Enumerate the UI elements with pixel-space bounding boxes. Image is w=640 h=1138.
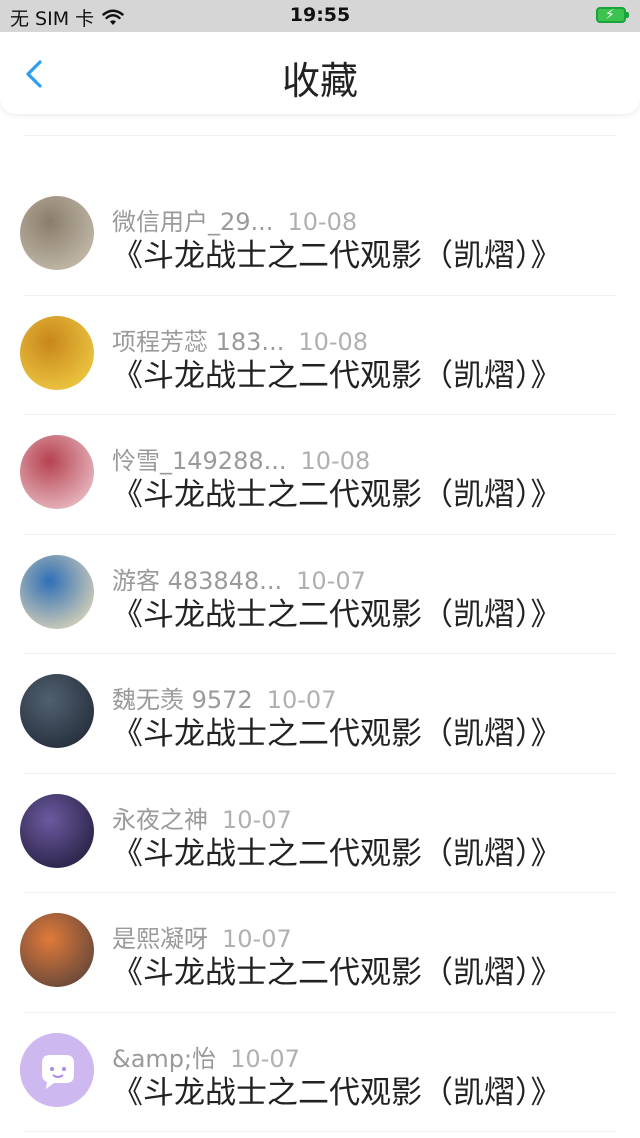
user-avatar[interactable] bbox=[20, 793, 94, 868]
list-item[interactable]: 项程芳蕊 183... 10-08 《斗龙战士之二代观影（凯熠）》 bbox=[0, 296, 640, 416]
item-title[interactable]: 《斗龙战士之二代观影（凯熠）》 bbox=[112, 947, 562, 992]
item-title[interactable]: 《斗龙战士之二代观影（凯熠）》 bbox=[112, 469, 562, 514]
list-item[interactable]: 魏无羡 9572 10-07 《斗龙战士之二代观影（凯熠）》 bbox=[0, 654, 640, 774]
status-time: 19:55 bbox=[289, 4, 351, 26]
list-item[interactable]: 微信用户_29... 10-08 《斗龙战士之二代观影（凯熠）》 bbox=[0, 176, 640, 296]
list-item[interactable]: 游客 483848... 10-07 《斗龙战士之二代观影（凯熠）》 bbox=[0, 535, 640, 655]
user-avatar[interactable] bbox=[20, 196, 94, 270]
user-avatar[interactable] bbox=[20, 315, 94, 390]
user-avatar[interactable] bbox=[20, 674, 94, 748]
page-title: 收藏 bbox=[281, 59, 358, 103]
user-avatar[interactable] bbox=[20, 913, 94, 987]
nav-bar: 收藏 bbox=[0, 32, 640, 114]
user-avatar[interactable] bbox=[20, 554, 94, 629]
list-item[interactable]: &amp;怡 10-07 《斗龙战士之二代观影（凯熠）》 bbox=[0, 1013, 640, 1133]
chat-bubble-icon bbox=[20, 1032, 94, 1107]
list-item[interactable]: 永夜之神 10-07 《斗龙战士之二代观影（凯熠）》 bbox=[0, 774, 640, 894]
user-avatar[interactable] bbox=[20, 1032, 94, 1107]
item-title[interactable]: 《斗龙战士之二代观影（凯熠）》 bbox=[112, 828, 562, 873]
battery-charging-icon: ⚡ bbox=[596, 7, 629, 23]
item-title[interactable]: 《斗龙战士之二代观影（凯熠）》 bbox=[112, 230, 562, 275]
item-title[interactable]: 《斗龙战士之二代观影（凯熠）》 bbox=[112, 708, 562, 753]
item-title[interactable]: 《斗龙战士之二代观影（凯熠）》 bbox=[112, 1067, 562, 1112]
status-bar: 无 SIM 卡 19:55 ⚡ bbox=[0, 0, 640, 32]
item-title[interactable]: 《斗龙战士之二代观影（凯熠）》 bbox=[112, 589, 562, 634]
user-avatar[interactable] bbox=[20, 435, 94, 509]
list-item[interactable]: 是熙凝呀 10-07 《斗龙战士之二代观影（凯熠）》 bbox=[0, 893, 640, 1013]
item-title[interactable]: 《斗龙战士之二代观影（凯熠）》 bbox=[112, 350, 562, 395]
list-item[interactable]: 怜雪_149288... 10-08 《斗龙战士之二代观影（凯熠）》 bbox=[0, 415, 640, 535]
